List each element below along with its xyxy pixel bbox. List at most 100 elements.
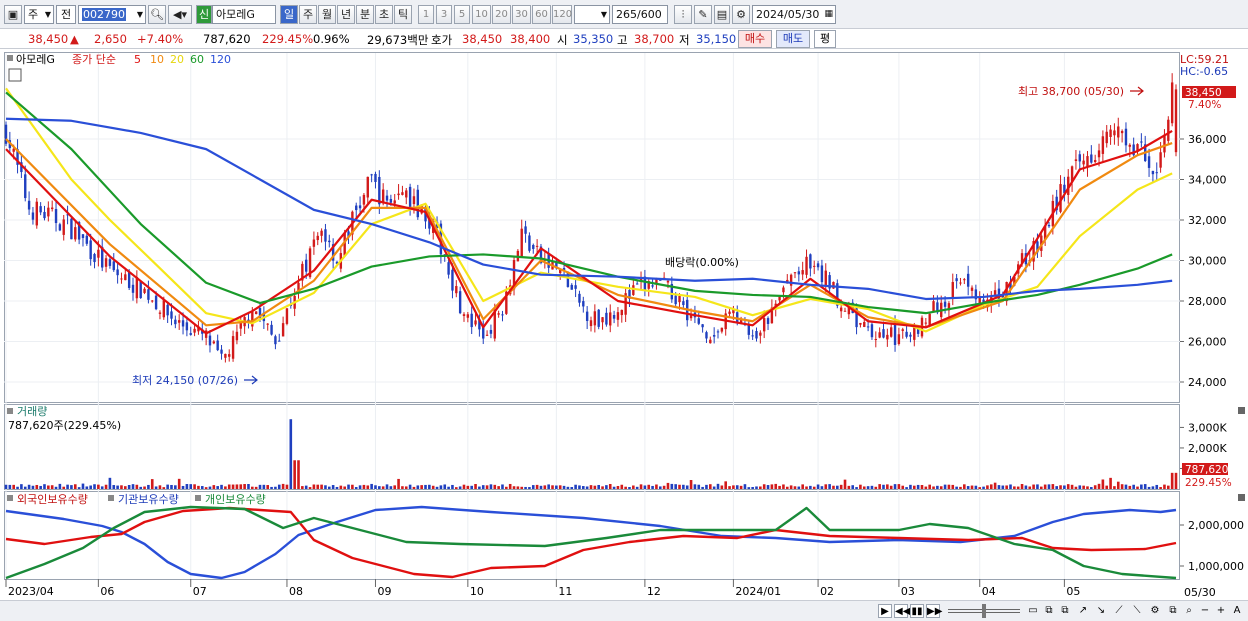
line-tool-icon[interactable]: ⟋ — [1112, 604, 1126, 618]
eval-button-label: 평 — [819, 32, 831, 45]
eval-button[interactable]: 평 — [814, 30, 836, 48]
count-field[interactable]: 265/600 — [612, 5, 668, 24]
candle-body — [535, 245, 539, 247]
tab-2[interactable]: 월 — [318, 5, 336, 24]
date-tick-label: 07 — [193, 585, 207, 598]
volume-bar — [728, 486, 731, 489]
stock-chart[interactable]: 2023/04 06 07 08 09 10 11 12 2024/01 02 03 04 05 아모레… — [4, 52, 1180, 600]
holding-marker-icon — [195, 495, 201, 501]
tab-4[interactable]: 분 — [356, 5, 374, 24]
tab-1[interactable]: 주 — [299, 5, 317, 24]
tab-5[interactable]: 초 — [375, 5, 393, 24]
chart-area[interactable]: 2023/04 06 07 08 09 10 11 12 2024/01 02 03 04 05 아모레… — [4, 52, 1180, 600]
tab-6[interactable]: 틱 — [394, 5, 412, 24]
buy-button[interactable]: 매수 — [738, 30, 772, 48]
zoom-out-icon[interactable]: − — [1198, 604, 1212, 618]
ask-value: 38,450 — [462, 32, 503, 46]
volume-bar — [535, 484, 539, 489]
volume-bar — [1066, 484, 1070, 489]
window-icon[interactable]: ▣ — [4, 5, 22, 24]
sound-icon[interactable]: ◀▾ — [168, 5, 192, 24]
maximize-icon[interactable] — [1238, 494, 1245, 501]
volume-bar — [674, 484, 677, 489]
font-icon[interactable]: A — [1230, 604, 1244, 618]
candle-icon[interactable]: ⫶ — [674, 5, 692, 24]
volume-bar — [224, 486, 227, 489]
toolbar: ▣ 주 ▼ 전 002790 ▼ 🔍︎ ◀▾ 신 아모레G 일주월년분초틱 1351… — [0, 0, 1248, 29]
volume-bar — [316, 484, 320, 489]
box-icon[interactable]: ▭ — [1026, 604, 1040, 618]
zoom-slider-handle[interactable] — [982, 604, 986, 618]
prev-button[interactable]: 전 — [56, 5, 76, 24]
volume-bar — [1024, 485, 1028, 489]
volume-bar — [901, 485, 905, 489]
interval-button-60[interactable]: 60 — [532, 5, 551, 24]
volume-bar — [474, 483, 477, 489]
rewind-icon[interactable]: ◀◀ — [894, 604, 910, 618]
date-field[interactable]: 2024/05/30 ▦ — [752, 5, 836, 24]
chevron-down-icon: ▼ — [600, 10, 607, 19]
grid-toggle-icon[interactable] — [8, 68, 22, 82]
interval-button-3[interactable]: 3 — [436, 5, 452, 24]
candle-body — [312, 239, 316, 247]
volume-bar — [916, 484, 920, 489]
period-select[interactable]: 주 ▼ — [24, 5, 54, 24]
interval-button-120[interactable]: 120 — [552, 5, 572, 24]
sell-button[interactable]: 매도 — [776, 30, 810, 48]
line-tool-icon[interactable]: ⟍ — [1130, 604, 1144, 618]
candle-body — [993, 290, 997, 295]
candle-body — [85, 235, 89, 244]
settings-icon[interactable]: ⚙ — [1148, 604, 1162, 618]
volume-bar — [1013, 486, 1016, 489]
candle-body — [304, 259, 308, 272]
volume-bar — [589, 485, 593, 489]
maximize-icon[interactable] — [1238, 407, 1245, 414]
volume-bar — [212, 485, 216, 489]
zoom-in-icon[interactable]: + — [1214, 604, 1228, 618]
search-icon[interactable]: 🔍︎ — [148, 5, 166, 24]
volume-bar — [1105, 485, 1109, 489]
volume-bar — [789, 485, 793, 489]
volume-bar — [1032, 484, 1035, 489]
interval-button-10[interactable]: 10 — [472, 5, 491, 24]
volume-bar — [862, 486, 866, 489]
code-input[interactable]: 002790 ▼ — [78, 5, 146, 24]
save-icon[interactable]: ▤ — [714, 5, 730, 24]
trend-icon[interactable]: ↘ — [1094, 604, 1108, 618]
candle-body — [458, 291, 462, 314]
candle-body — [1078, 154, 1081, 162]
copy-icon[interactable]: ⧉ — [1042, 604, 1056, 618]
forward-icon[interactable]: ▶▶ — [926, 604, 942, 618]
interval-button-1[interactable]: 1 — [418, 5, 434, 24]
interval-button-20[interactable]: 20 — [492, 5, 511, 24]
play-icon[interactable]: ▶ — [878, 604, 892, 618]
copy-icon[interactable]: ⧉ — [1166, 604, 1180, 618]
candle-body — [601, 317, 604, 323]
blank-select[interactable]: ▼ — [574, 5, 610, 24]
volume-bar — [285, 484, 289, 489]
candle-body — [1124, 128, 1128, 146]
candle-body — [820, 265, 824, 283]
candle-body — [1074, 159, 1078, 161]
search-icon[interactable]: ⌕ — [1182, 604, 1196, 618]
volume-bar — [843, 479, 847, 489]
gear-icon[interactable]: ⚙ — [732, 5, 750, 24]
count-total: /600 — [637, 8, 662, 21]
copy-icon[interactable]: ⧉ — [1058, 604, 1072, 618]
volume-bar — [724, 481, 728, 489]
interval-button-5[interactable]: 5 — [454, 5, 470, 24]
draw-icon[interactable]: ✎ — [694, 5, 712, 24]
volume-bar — [1020, 484, 1024, 489]
volume-bar — [35, 484, 39, 489]
pause-icon[interactable]: ▮▮ — [910, 604, 924, 618]
interval-button-30[interactable]: 30 — [512, 5, 531, 24]
stock-name-field[interactable]: 아모레G — [212, 5, 276, 24]
holding-marker-icon — [7, 495, 13, 501]
tab-3[interactable]: 년 — [337, 5, 355, 24]
volume-bar — [124, 486, 127, 489]
candle-body — [901, 329, 904, 331]
trend-icon[interactable]: ↗ — [1076, 604, 1090, 618]
price-tick-label: 28,000 — [1188, 295, 1227, 308]
volume-bar — [231, 484, 235, 489]
tab-0[interactable]: 일 — [280, 5, 298, 24]
